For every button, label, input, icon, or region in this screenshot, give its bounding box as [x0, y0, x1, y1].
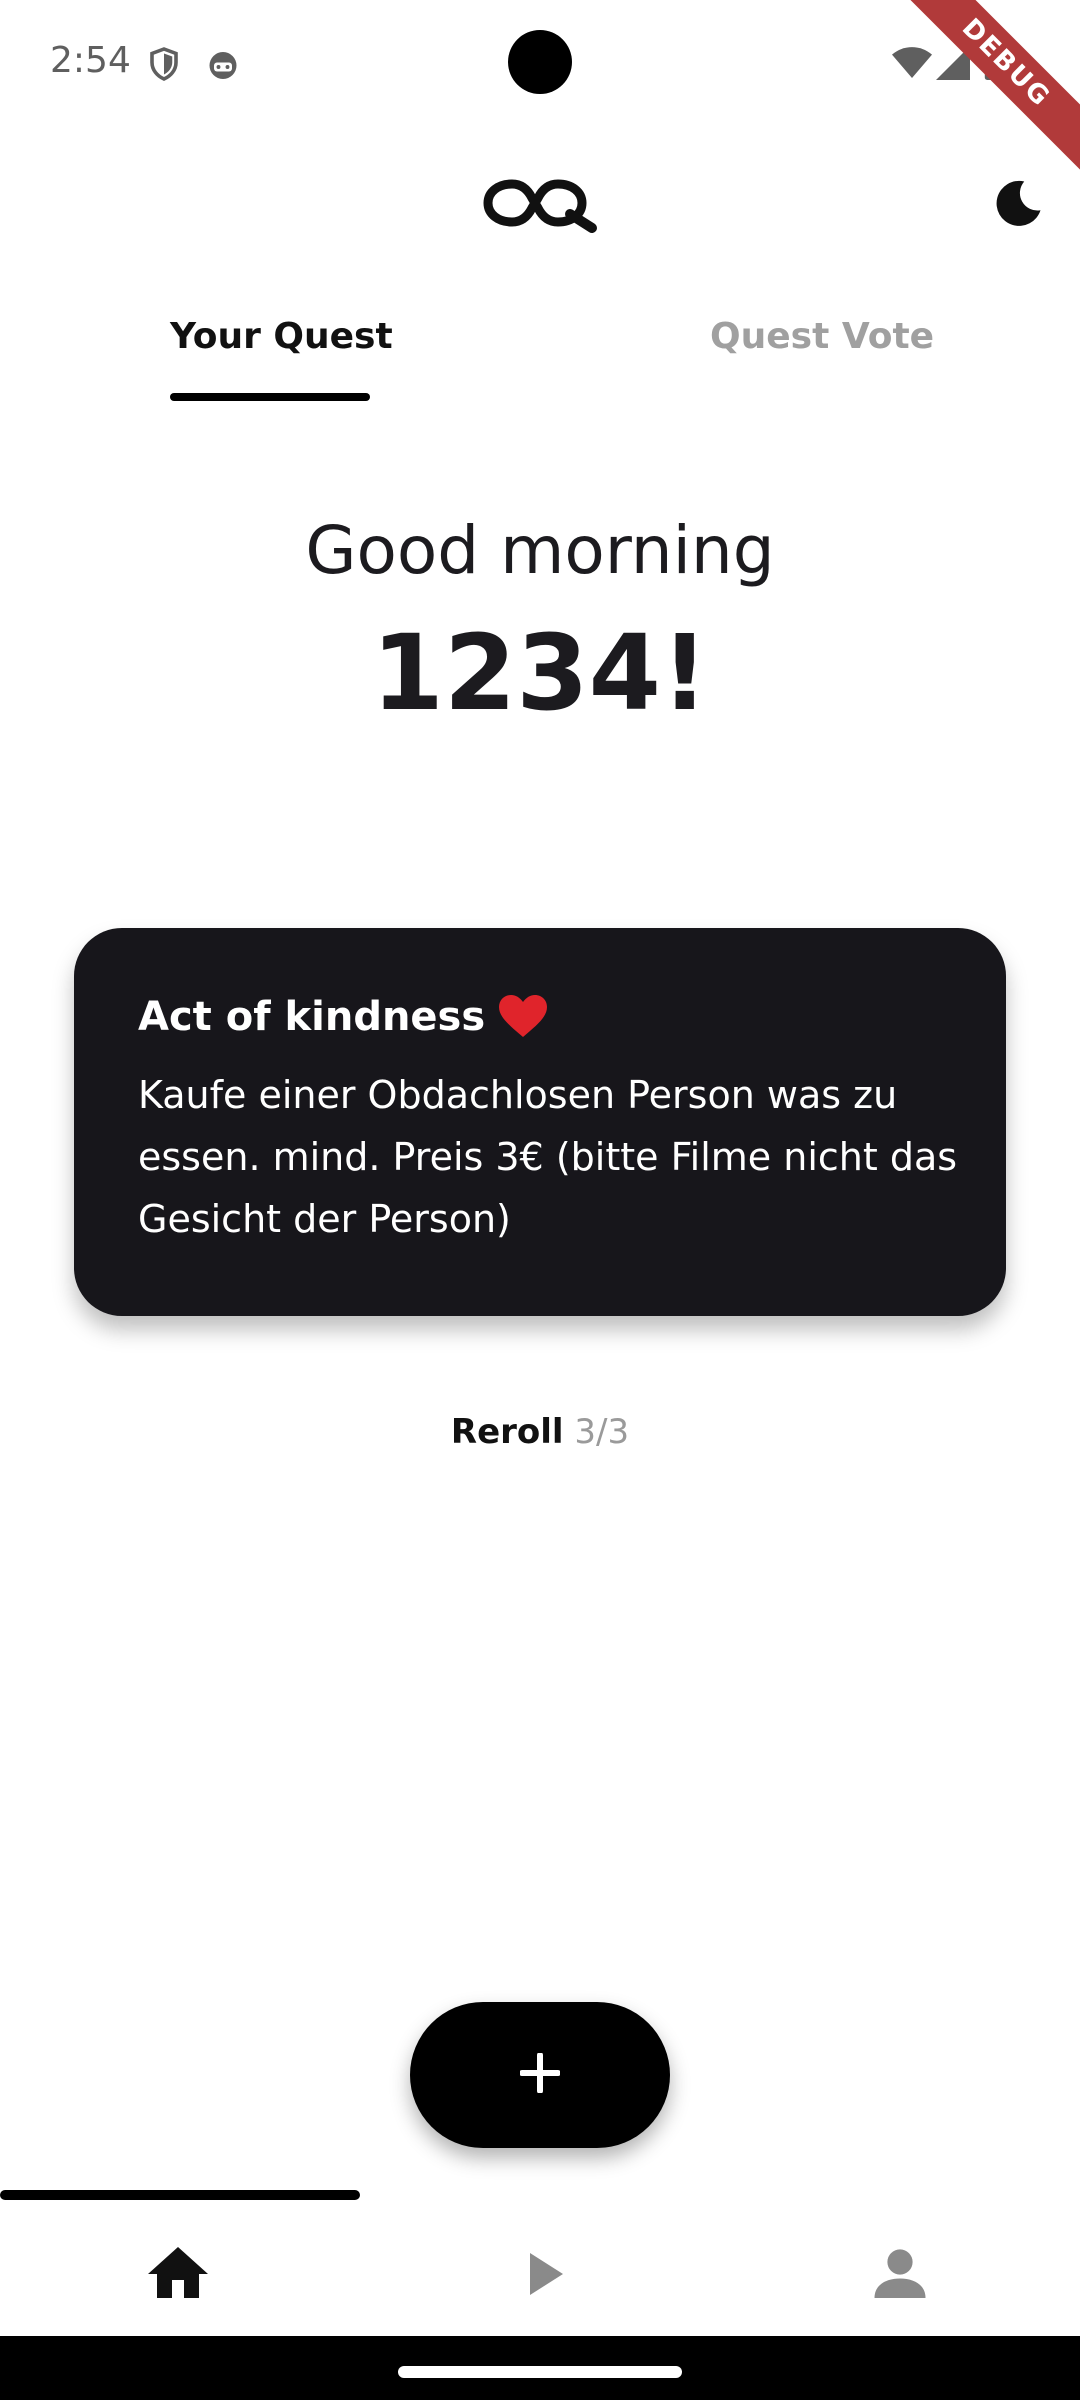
- tab-bar: Your Quest Quest Vote: [0, 290, 1080, 402]
- wifi-icon: [892, 46, 932, 85]
- gesture-handle[interactable]: [398, 2366, 682, 2378]
- nav-home[interactable]: [142, 2238, 214, 2310]
- reroll-label: Reroll: [450, 1412, 564, 1452]
- tab-your-quest[interactable]: Your Quest: [170, 316, 393, 357]
- greeting-text: Good morning: [305, 512, 775, 589]
- nav-indicator: [0, 2190, 360, 2200]
- heart-icon: [499, 995, 548, 1039]
- add-quest-button[interactable]: [410, 2002, 670, 2148]
- quest-title: Act of kindness: [138, 994, 486, 1040]
- tab-indicator: [170, 393, 370, 401]
- play-icon: [506, 2253, 578, 2314]
- nav-profile[interactable]: [864, 2238, 936, 2310]
- person-icon: [864, 2249, 936, 2314]
- home-icon: [142, 2247, 214, 2314]
- quest-description: Kaufe einer Obdachlosen Person was zu es…: [138, 1073, 958, 1241]
- plus-icon: [519, 2051, 561, 2098]
- nav-play[interactable]: [506, 2238, 578, 2310]
- tab-quest-vote[interactable]: Quest Vote: [710, 316, 934, 357]
- reroll-count: 3/3: [574, 1412, 630, 1452]
- moon-icon[interactable]: [988, 174, 1048, 234]
- user-name: 1234!: [371, 612, 709, 734]
- quest-title-row: Act of kindness: [138, 994, 942, 1040]
- oq-logo: [480, 170, 600, 240]
- status-time: 2:54: [50, 40, 131, 81]
- status-bar: 2:54: [0, 0, 1080, 130]
- quest-card[interactable]: Act of kindness Kaufe einer Obdachlosen …: [74, 928, 1006, 1316]
- bottom-nav: [0, 2200, 1080, 2336]
- android-face-icon: [205, 46, 241, 82]
- reroll-button[interactable]: Reroll 3/3: [0, 1412, 1080, 1452]
- front-camera: [508, 30, 572, 94]
- app-bar: [0, 150, 1080, 260]
- shield-icon: [146, 46, 182, 82]
- system-nav-bar: [0, 2336, 1080, 2400]
